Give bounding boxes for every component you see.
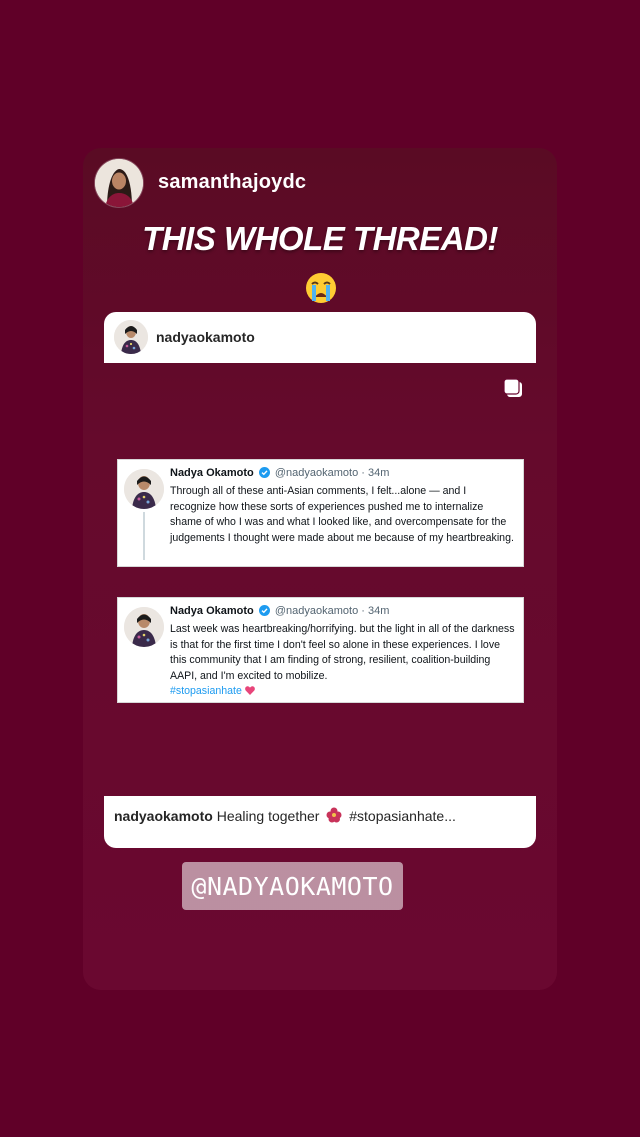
tweet-author-name: Nadya Okamoto: [170, 467, 254, 479]
tweet-header: Nadya Okamoto @nadyaokamoto · 34m: [170, 605, 389, 617]
author-avatar[interactable]: [95, 159, 143, 207]
caption-text: Healing together: [216, 808, 320, 824]
post-avatar[interactable]: [114, 320, 148, 354]
tweet-time: · 34m: [361, 467, 390, 479]
tweet-avatar: [124, 469, 164, 509]
tweet-header: Nadya Okamoto @nadyaokamoto · 34m: [170, 467, 389, 479]
tweet-time: · 34m: [361, 605, 390, 617]
flower-emoji-icon: [326, 807, 342, 823]
tweet-handle: @nadyaokamoto: [274, 467, 359, 479]
tweet-text: Last week was heartbreaking/horrifying. …: [170, 622, 515, 700]
shared-post-header[interactable]: nadyaokamoto: [104, 312, 536, 363]
post-caption-bar[interactable]: nadyaokamoto Healing together #stopasian…: [104, 796, 536, 848]
verified-badge-icon: [258, 467, 270, 478]
tweet-hashtag[interactable]: #stopasianhate: [170, 685, 242, 697]
tweet-handle: @nadyaokamoto: [274, 605, 359, 617]
tweet-avatar: [124, 607, 164, 647]
tweet-body: Last week was heartbreaking/horrifying. …: [170, 623, 515, 682]
thread-line: [143, 512, 145, 560]
post-username[interactable]: nadyaokamoto: [156, 329, 255, 345]
tweet-text: Through all of these anti-Asian comments…: [170, 485, 514, 544]
caption-username[interactable]: nadyaokamoto: [114, 808, 213, 824]
post-caption: nadyaokamoto Healing together #stopasian…: [114, 806, 456, 824]
tweet-author-name: Nadya Okamoto: [170, 605, 254, 617]
caption-hashtag: #stopasianhate...: [349, 808, 456, 824]
multiple-photos-icon: [503, 378, 522, 397]
author-username[interactable]: samanthajoydc: [158, 171, 306, 194]
verified-badge-icon: [258, 605, 270, 616]
story-headline: THIS WHOLE THREAD!: [142, 220, 498, 257]
mention-text: @NADYAOKAMOTO: [191, 871, 394, 901]
tweet-card: Nadya Okamoto @nadyaokamoto · 34m Throug…: [117, 459, 524, 567]
tweet-card: Nadya Okamoto @nadyaokamoto · 34m Last w…: [117, 597, 524, 703]
crying-face-emoji-icon: [306, 273, 336, 303]
mention-sticker[interactable]: @NADYAOKAMOTO: [182, 862, 403, 910]
heart-emoji-icon: [244, 686, 255, 695]
